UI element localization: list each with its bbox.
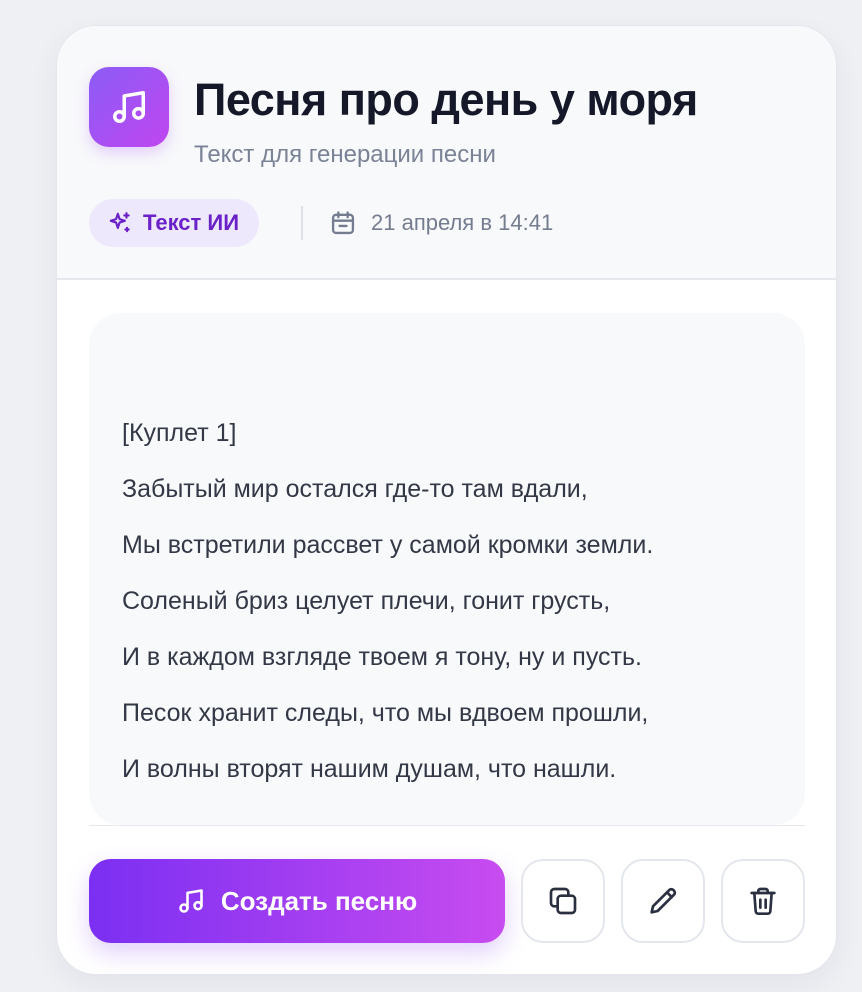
page-title: Песня про день у моря: [194, 74, 698, 125]
date-text: 21 апреля в 14:41: [371, 210, 554, 235]
delete-button[interactable]: [721, 859, 805, 943]
meta-divider: [301, 206, 303, 240]
lyric-line: Мы встретили рассвет у самой кромки земл…: [122, 531, 654, 559]
lyric-line: И в каждом взгляде твоем я тону, ну и пу…: [122, 643, 642, 671]
calendar-icon: [329, 209, 357, 237]
created-date: 21 апреля в 14:41: [329, 206, 553, 240]
actions-divider: [89, 825, 805, 826]
music-note-icon: [89, 67, 169, 147]
ai-text-badge: Текст ИИ: [89, 199, 260, 247]
sparkles-icon: [107, 210, 133, 236]
create-song-label: Создать песню: [220, 885, 418, 916]
badge-label: Текст ИИ: [143, 210, 240, 235]
pencil-icon: [647, 885, 679, 917]
page-subtitle: Текст для генерации песни: [194, 141, 496, 168]
copy-button[interactable]: [521, 859, 605, 943]
lyrics-box: [Куплет 1] Забытый мир остался где-то та…: [89, 313, 805, 825]
create-song-button[interactable]: Создать песню: [89, 859, 505, 943]
copy-icon: [547, 885, 579, 917]
music-note-icon: [177, 887, 205, 915]
edit-button[interactable]: [621, 859, 705, 943]
trash-icon: [747, 885, 779, 917]
lyric-line: [Куплет 1]: [122, 419, 237, 447]
card-header: Песня про день у моря Текст для генераци…: [57, 26, 836, 280]
song-card: Песня про день у моря Текст для генераци…: [56, 25, 837, 975]
lyric-line: Забытый мир остался где-то там вдали,: [122, 475, 588, 503]
lyric-line: Песок хранит следы, что мы вдвоем прошли…: [122, 699, 649, 727]
lyric-line: И волны вторят нашим душам, что нашли.: [122, 755, 617, 783]
lyric-line: Соленый бриз целует плечи, гонит грусть,: [122, 587, 611, 615]
